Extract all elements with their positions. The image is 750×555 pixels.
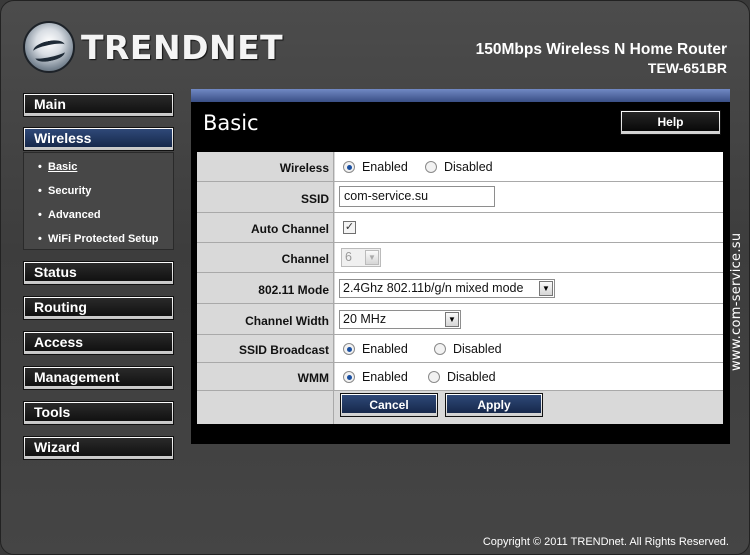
cancel-button[interactable]: Cancel — [340, 393, 438, 417]
content-top-bar — [191, 89, 730, 102]
channel-width-label: Channel Width — [197, 304, 334, 334]
trendnet-logo-icon — [23, 21, 75, 73]
nav-routing[interactable]: Routing — [23, 296, 174, 320]
wmm-disabled-option[interactable]: Disabled — [428, 370, 496, 384]
row-channel: Channel 6 ▼ — [197, 243, 723, 273]
wireless-enabled-option[interactable]: Enabled — [343, 160, 408, 174]
nav-main[interactable]: Main — [23, 93, 174, 117]
wmm-enabled-radio[interactable] — [343, 371, 355, 383]
nav-wireless[interactable]: Wireless — [23, 127, 174, 151]
brand-name: TRENDNET — [81, 28, 284, 67]
channel-label: Channel — [197, 243, 334, 272]
nav-management[interactable]: Management — [23, 366, 174, 390]
wireless-enabled-radio[interactable] — [343, 161, 355, 173]
row-ssid-broadcast: SSID Broadcast Enabled Disabled — [197, 335, 723, 363]
copyright-text: Copyright © 2011 TRENDnet. All Rights Re… — [482, 536, 729, 548]
chevron-down-icon: ▼ — [365, 250, 379, 265]
submenu-security[interactable]: • Security — [38, 185, 91, 197]
nav-status[interactable]: Status — [23, 261, 174, 285]
apply-button[interactable]: Apply — [445, 393, 543, 417]
ssid-broadcast-disabled-radio[interactable] — [434, 343, 446, 355]
model-number: TEW-651BR — [647, 60, 727, 76]
auto-channel-checkbox[interactable]: ✓ — [343, 221, 356, 234]
ssid-label: SSID — [197, 182, 334, 212]
wireless-label: Wireless — [197, 152, 334, 181]
row-channel-width: Channel Width 20 MHz ▼ — [197, 304, 723, 335]
chevron-down-icon: ▼ — [539, 281, 553, 296]
wireless-basic-form: Wireless Enabled Disabled SSID com-servi… — [197, 152, 723, 424]
router-admin-window: TRENDNET 150Mbps Wireless N Home Router … — [0, 0, 750, 555]
content-panel: Basic Help Wireless Enabled Disabled SSI… — [191, 89, 730, 444]
help-button[interactable]: Help — [620, 110, 721, 135]
channel-width-select[interactable]: 20 MHz ▼ — [339, 310, 461, 329]
row-ssid: SSID com-service.su — [197, 182, 723, 213]
row-wmm: WMM Enabled Disabled — [197, 363, 723, 391]
row-wireless: Wireless Enabled Disabled — [197, 152, 723, 182]
submenu-wps[interactable]: • WiFi Protected Setup — [38, 233, 159, 245]
mode-select[interactable]: 2.4Ghz 802.11b/g/n mixed mode ▼ — [339, 279, 555, 298]
wireless-submenu: • Basic • Security • Advanced • WiFi Protect… — [23, 152, 174, 250]
nav-wizard[interactable]: Wizard — [23, 436, 174, 460]
row-auto-channel: Auto Channel ✓ — [197, 213, 723, 243]
ssid-input[interactable]: com-service.su — [339, 186, 495, 207]
page-title: Basic — [203, 111, 259, 135]
ssid-broadcast-enabled-radio[interactable] — [343, 343, 355, 355]
submenu-advanced[interactable]: • Advanced — [38, 209, 101, 221]
ssid-broadcast-label: SSID Broadcast — [197, 335, 334, 362]
mode-label: 802.11 Mode — [197, 273, 334, 303]
channel-select[interactable]: 6 ▼ — [341, 248, 381, 267]
wireless-disabled-option[interactable]: Disabled — [425, 160, 493, 174]
wireless-disabled-radio[interactable] — [425, 161, 437, 173]
wmm-disabled-radio[interactable] — [428, 371, 440, 383]
chevron-down-icon: ▼ — [445, 312, 459, 327]
row-mode: 802.11 Mode 2.4Ghz 802.11b/g/n mixed mod… — [197, 273, 723, 304]
wmm-label: WMM — [197, 363, 334, 390]
wmm-enabled-option[interactable]: Enabled — [343, 370, 408, 384]
product-name: 150Mbps Wireless N Home Router — [475, 41, 727, 58]
nav-tools[interactable]: Tools — [23, 401, 174, 425]
ssid-broadcast-disabled-option[interactable]: Disabled — [434, 342, 502, 356]
row-actions: Cancel Apply — [197, 391, 723, 424]
submenu-basic[interactable]: • Basic — [38, 161, 77, 173]
nav-access[interactable]: Access — [23, 331, 174, 355]
auto-channel-label: Auto Channel — [197, 213, 334, 242]
ssid-broadcast-enabled-option[interactable]: Enabled — [343, 342, 408, 356]
watermark-text: www.com-service.su — [729, 232, 744, 371]
